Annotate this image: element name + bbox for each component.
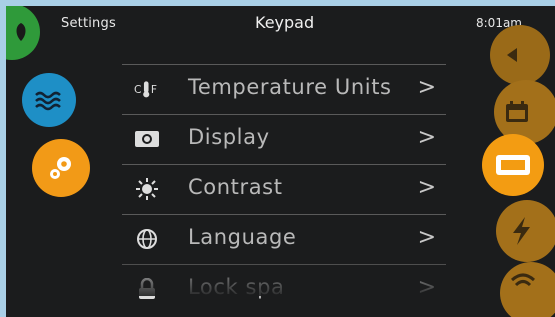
- lightning-icon: [513, 217, 530, 245]
- menu-item-label: Display: [188, 125, 270, 149]
- gears-icon: [50, 157, 71, 179]
- settings-button[interactable]: [32, 139, 90, 197]
- thermometer-icon: C F: [134, 77, 160, 101]
- top-bar: Settings Keypad 8:01am: [6, 6, 555, 46]
- screen: Settings Keypad 8:01am C F Temperature U…: [6, 6, 555, 317]
- settings-menu: C F Temperature Units > Display > Contra…: [122, 64, 446, 314]
- globe-icon: [134, 227, 160, 251]
- water-care-button[interactable]: [22, 73, 76, 127]
- svg-text:F: F: [151, 83, 157, 96]
- chevron-right-icon: >: [417, 175, 436, 200]
- arrow-icon: [507, 48, 517, 62]
- menu-item-label: Language: [188, 225, 297, 249]
- menu-item-temperature-units[interactable]: C F Temperature Units >: [122, 64, 446, 114]
- chevron-right-icon: >: [417, 275, 436, 300]
- menu-item-language[interactable]: Language >: [122, 214, 446, 264]
- page-title: Keypad: [255, 13, 315, 32]
- chevron-right-icon: >: [417, 75, 436, 100]
- chevron-right-icon: >: [417, 225, 436, 250]
- settings-breadcrumb: Settings: [61, 16, 116, 31]
- menu-item-label: Lock spa: [188, 275, 285, 299]
- chevron-right-icon: >: [417, 125, 436, 150]
- keypad-icon: [496, 155, 530, 175]
- svg-text:C: C: [134, 83, 141, 96]
- wifi-button[interactable]: [500, 262, 555, 317]
- keypad-button[interactable]: [482, 134, 544, 196]
- wifi-icon: [510, 273, 536, 287]
- display-icon: [134, 127, 160, 151]
- right-nav-arrow-button[interactable]: [490, 25, 550, 85]
- menu-item-label: Temperature Units: [188, 75, 392, 99]
- menu-item-display[interactable]: Display >: [122, 114, 446, 164]
- power-button[interactable]: [496, 200, 555, 262]
- menu-item-contrast[interactable]: Contrast >: [122, 164, 446, 214]
- sun-icon: [134, 177, 160, 201]
- menu-item-lock-spa[interactable]: Lock spa >: [122, 264, 446, 314]
- lock-icon: [134, 277, 160, 301]
- menu-item-label: Contrast: [188, 175, 283, 199]
- water-waves-icon: [35, 91, 61, 111]
- leaf-icon: [16, 23, 26, 41]
- calendar-icon: [506, 101, 528, 122]
